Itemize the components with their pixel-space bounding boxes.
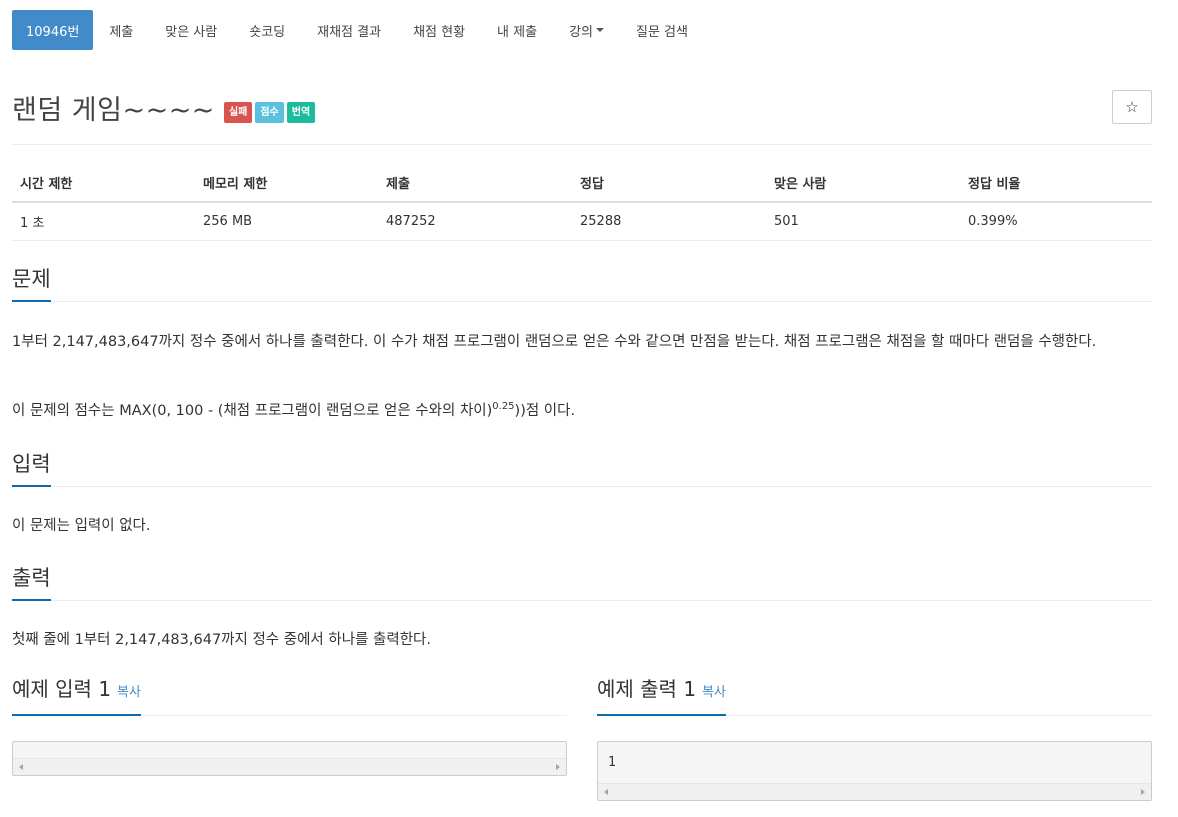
sample-output-copy-link[interactable]: 복사 xyxy=(702,685,726,700)
badge-translated[interactable]: 번역 xyxy=(286,102,316,123)
sample-output-title: 예제 출력 1 복사 xyxy=(597,676,726,716)
input-section-header: 입력 xyxy=(12,447,1152,487)
sample-input-title-text: 예제 입력 1 xyxy=(12,677,112,701)
tab-accepted-users[interactable]: 맞은 사람 xyxy=(149,10,233,50)
sample-output-content: 1 xyxy=(608,755,616,770)
value-accept-ratio: 0.399% xyxy=(960,202,1152,241)
input-section-title: 입력 xyxy=(12,451,51,487)
sample-input-copy-link[interactable]: 복사 xyxy=(117,685,141,700)
problem-title-row: 랜덤 게임~~~~ 실패 점수 번역 xyxy=(12,88,316,127)
header-accepted-users: 맞은 사람 xyxy=(766,164,960,203)
input-description: 이 문제는 입력이 없다. xyxy=(12,518,151,534)
info-header-row: 시간 제한 메모리 제한 제출 정답 맞은 사람 정답 비율 xyxy=(12,164,1152,203)
sample-input-header: 예제 입력 1 복사 xyxy=(12,676,567,716)
scroll-right-arrow-icon[interactable] xyxy=(1141,789,1145,795)
badge-score[interactable]: 점수 xyxy=(255,102,284,123)
tab-submit[interactable]: 제출 xyxy=(93,10,149,50)
value-memory-limit: 256 MB xyxy=(195,202,378,241)
badge-failed[interactable]: 실패 xyxy=(223,102,253,123)
page-title: 랜덤 게임~~~~ xyxy=(12,95,215,126)
sample-output-scrollbar[interactable] xyxy=(598,783,1151,800)
output-section-header: 출력 xyxy=(12,561,1152,601)
value-time-limit: 1 초 xyxy=(12,202,195,241)
header-memory-limit: 메모리 제한 xyxy=(195,164,378,203)
tab-lectures[interactable]: 강의 xyxy=(553,10,620,50)
header-submissions: 제출 xyxy=(378,164,572,203)
score-formula-exponent: 0.25 xyxy=(492,401,515,413)
problem-info-table: 시간 제한 메모리 제한 제출 정답 맞은 사람 정답 비율 1 초 256 M… xyxy=(12,164,1152,241)
output-description: 첫째 줄에 1부터 2,147,483,647까지 정수 중에서 하나를 출력한… xyxy=(12,632,431,648)
scroll-right-arrow-icon[interactable] xyxy=(556,764,560,770)
sample-output-header: 예제 출력 1 복사 xyxy=(597,676,1152,716)
scroll-left-arrow-icon[interactable] xyxy=(604,789,608,795)
problem-score-formula: 이 문제의 점수는 MAX(0, 100 - (채점 프로그램이 랜덤으로 얻은… xyxy=(12,396,1157,427)
score-formula-text: 이 문제의 점수는 MAX(0, 100 - (채점 프로그램이 랜덤으로 얻은… xyxy=(12,403,493,419)
title-divider xyxy=(12,144,1152,145)
header-correct: 정답 xyxy=(572,164,766,203)
tab-short-coding[interactable]: 숏코딩 xyxy=(233,10,301,50)
tab-rejudge-results[interactable]: 재채점 결과 xyxy=(301,10,397,50)
problem-badges: 실패 점수 번역 xyxy=(223,102,316,123)
header-time-limit: 시간 제한 xyxy=(12,164,195,203)
sample-output-title-text: 예제 출력 1 xyxy=(597,677,697,701)
problem-nav: 10946번 제출 맞은 사람 숏코딩 재채점 결과 채점 현황 내 제출 강의… xyxy=(12,10,704,50)
info-value-row: 1 초 256 MB 487252 25288 501 0.399% xyxy=(12,202,1152,241)
problem-section-header: 문제 xyxy=(12,262,1152,302)
tab-problem-number[interactable]: 10946번 xyxy=(12,10,94,50)
score-formula-tail: ))점 이다. xyxy=(514,403,576,419)
sample-input-box[interactable] xyxy=(12,741,567,776)
chevron-down-icon xyxy=(595,28,604,32)
tab-question-search[interactable]: 질문 검색 xyxy=(620,10,704,50)
scroll-left-arrow-icon[interactable] xyxy=(19,764,23,770)
problem-section-title: 문제 xyxy=(12,266,51,302)
value-accepted-users: 501 xyxy=(766,202,960,241)
output-section-title: 출력 xyxy=(12,565,51,601)
value-submissions: 487252 xyxy=(378,202,572,241)
tab-lectures-label: 강의 xyxy=(569,24,593,40)
sample-input-title: 예제 입력 1 복사 xyxy=(12,676,141,716)
star-icon: ☆ xyxy=(1125,98,1139,116)
tab-my-submissions[interactable]: 내 제출 xyxy=(481,10,553,50)
tab-judge-status[interactable]: 채점 현황 xyxy=(397,10,481,50)
sample-input-scrollbar[interactable] xyxy=(13,758,566,775)
problem-description: 1부터 2,147,483,647까지 정수 중에서 하나를 출력한다. 이 수… xyxy=(12,334,1097,350)
favorite-star-button[interactable]: ☆ xyxy=(1112,90,1152,124)
value-correct: 25288 xyxy=(572,202,766,241)
header-accept-ratio: 정답 비율 xyxy=(960,164,1152,203)
sample-output-box[interactable]: 1 xyxy=(597,741,1152,801)
